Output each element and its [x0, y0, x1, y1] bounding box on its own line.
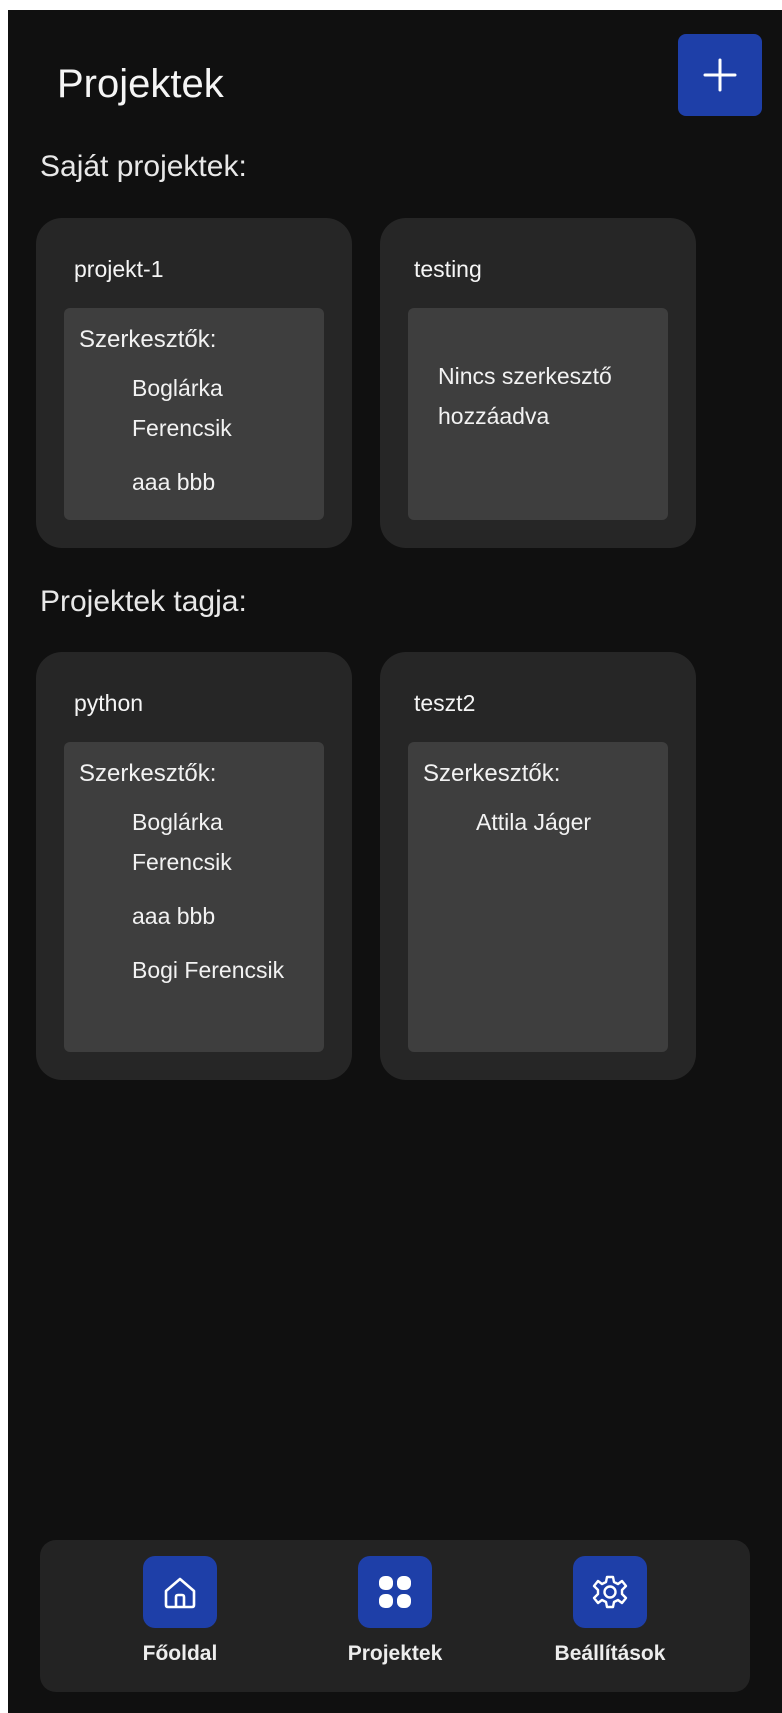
nav-item-projects[interactable]: Projektek — [305, 1556, 485, 1680]
editor-list: Boglárka Ferencsik aaa bbb Bogi Ferencsi… — [132, 802, 302, 1004]
gear-icon — [592, 1575, 628, 1609]
plus-icon — [703, 58, 737, 92]
project-card-title: teszt2 — [414, 690, 476, 716]
editor-item: aaa bbb — [132, 469, 216, 495]
project-card-title: testing — [414, 256, 482, 282]
home-icon — [164, 1577, 196, 1609]
editor-list: Attila Jáger — [476, 802, 656, 856]
editor-item: Boglárka Ferencsik — [132, 809, 232, 875]
editor-item: aaa bbb — [132, 903, 216, 929]
project-card[interactable]: testing Nincs szerkesztő hozzáadva — [380, 218, 696, 548]
editor-item: Boglárka Ferencsik — [132, 375, 232, 441]
bottom-nav: Főoldal Projektek Beállítások — [40, 1540, 750, 1692]
editors-panel: Szerkesztők: Attila Jáger — [408, 742, 668, 1052]
app-root: Projektek Saját projektek: projekt-1 Sze… — [8, 10, 782, 1713]
section-title-member-projects: Projektek tagja: — [40, 585, 247, 618]
nav-icon-box — [358, 1556, 432, 1628]
nav-label: Beállítások — [554, 1642, 666, 1665]
project-card[interactable]: python Szerkesztők: Boglárka Ferencsik a… — [36, 652, 352, 1080]
editors-label: Szerkesztők: — [79, 760, 217, 787]
page-title: Projektek — [57, 62, 224, 106]
nav-item-settings[interactable]: Beállítások — [520, 1556, 700, 1680]
editor-item: Attila Jáger — [476, 809, 592, 835]
project-card[interactable]: teszt2 Szerkesztők: Attila Jáger — [380, 652, 696, 1080]
editors-panel: Szerkesztők: Boglárka Ferencsik aaa bbb — [64, 308, 324, 520]
project-card-title: python — [74, 690, 144, 716]
project-card-title: projekt-1 — [74, 256, 164, 282]
nav-icon-box — [143, 1556, 217, 1628]
section-title-own-projects: Saját projektek: — [40, 150, 247, 183]
editors-label: Szerkesztők: — [79, 326, 217, 353]
project-card[interactable]: projekt-1 Szerkesztők: Boglárka Ferencsi… — [36, 218, 352, 548]
no-editors-message: Nincs szerkesztő hozzáadva — [438, 363, 612, 429]
editors-label: Szerkesztők: — [423, 760, 561, 787]
editors-panel: Szerkesztők: Boglárka Ferencsik aaa bbb … — [64, 742, 324, 1052]
nav-label: Főoldal — [142, 1642, 218, 1665]
grid-icon — [379, 1576, 411, 1608]
editors-panel: Nincs szerkesztő hozzáadva — [408, 308, 668, 520]
editor-item: Bogi Ferencsik — [132, 957, 285, 983]
editor-list: Boglárka Ferencsik aaa bbb — [132, 368, 302, 516]
nav-item-home[interactable]: Főoldal — [90, 1556, 270, 1680]
nav-icon-box — [573, 1556, 647, 1628]
add-project-button[interactable] — [678, 34, 762, 116]
nav-label: Projektek — [347, 1642, 443, 1665]
